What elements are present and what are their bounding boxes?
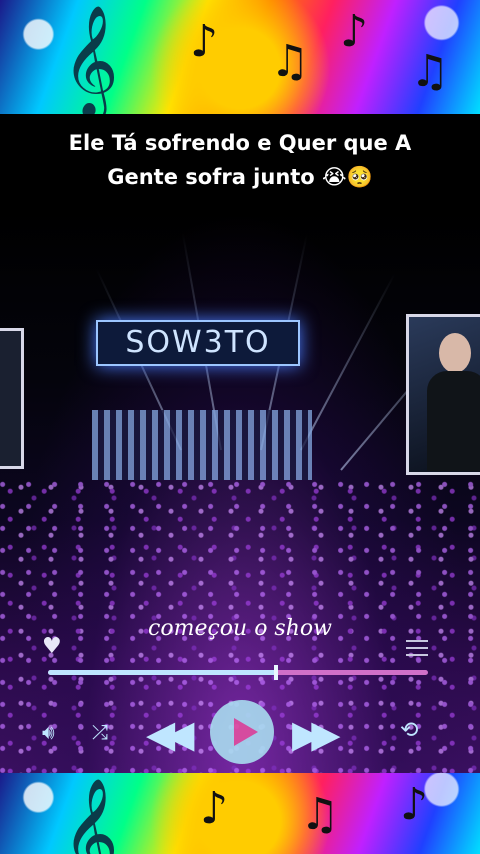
progress-knob[interactable] <box>274 665 278 680</box>
caption-line-1: Ele Tá sofrendo e Quer que A <box>68 131 412 155</box>
treble-clef-icon: 𝄞 <box>62 777 119 854</box>
song-title: começou o show <box>148 616 332 641</box>
light-beam <box>300 272 396 451</box>
play-button[interactable] <box>210 700 274 764</box>
right-video-screen <box>406 314 480 475</box>
overlay-caption: Ele Tá sofrendo e Quer que A Gente sofra… <box>0 126 480 194</box>
music-note-icon: ♫ <box>410 46 450 97</box>
music-note-icon: ♪ <box>400 779 429 830</box>
caption-line-2: Gente sofra junto 😭🥺 <box>107 165 373 189</box>
concert-video[interactable]: SOW3TO <box>0 210 480 773</box>
repeat-icon[interactable]: ⟲ <box>400 718 418 743</box>
top-music-banner: 𝄞 ♪ ♫ ♪ ♫ <box>0 0 480 114</box>
treble-clef-icon: 𝄞 <box>62 4 119 114</box>
rewind-icon[interactable]: ◀◀ <box>146 712 195 756</box>
play-icon <box>234 718 258 746</box>
progress-bar[interactable] <box>48 665 428 680</box>
volume-icon[interactable]: 🔊︎ <box>42 720 55 744</box>
menu-icon[interactable] <box>406 640 428 661</box>
music-note-icon: ♪ <box>200 783 229 834</box>
left-video-screen <box>0 328 24 469</box>
music-note-icon: ♫ <box>300 789 340 840</box>
singer-face <box>439 333 471 373</box>
bottom-music-banner: 𝄞 ♪ ♫ ♪ <box>0 773 480 854</box>
stage-sign: SOW3TO <box>96 320 300 366</box>
fast-forward-icon[interactable]: ▶▶ <box>292 712 341 756</box>
music-note-icon: ♫ <box>270 36 310 87</box>
music-note-icon: ♪ <box>190 16 219 67</box>
heart-icon[interactable]: ♥ <box>42 634 62 659</box>
music-note-icon: ♪ <box>340 6 369 57</box>
shuffle-icon[interactable]: ⤮ <box>92 720 108 744</box>
singer-suit <box>427 371 480 471</box>
progress-fill <box>48 670 276 675</box>
stage-led-structure <box>92 410 312 480</box>
